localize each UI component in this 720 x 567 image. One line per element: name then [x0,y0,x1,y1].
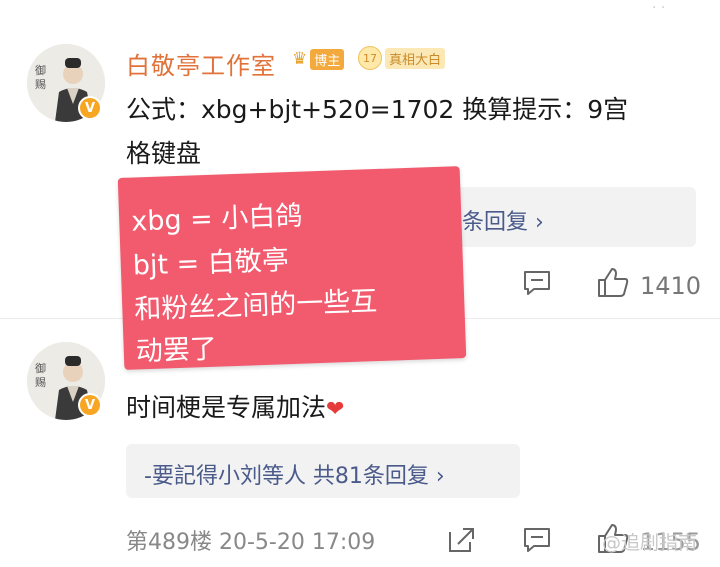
svg-text:赐: 赐 [35,376,46,389]
level-title: 真相大白 [385,47,446,69]
verified-badge: V [78,96,102,120]
reply-summary-link[interactable]: 条回复 › [462,204,544,236]
floor-and-time: 第489楼 20-5-20 17:09 [126,530,376,555]
share-icon[interactable] [446,526,476,558]
svg-text:赐: 赐 [35,78,46,91]
username[interactable]: 白敬亭工作室 [126,46,276,81]
watermark: @追剧指南 [602,532,698,554]
crown-icon: ♛ [292,49,308,69]
verified-badge: V [78,393,102,417]
comment-content: 时间梗是专属加法❤ [126,393,345,422]
blogger-badge[interactable]: ♛ 博主 [290,47,350,71]
top-edge-fragment: · · [652,0,666,16]
reply-summary-link[interactable]: -要記得小刘等人 共81条回复 › [144,458,445,490]
comment-icon[interactable] [522,269,552,301]
heart-icon: ❤ [326,397,345,422]
fan-level-badge[interactable]: 17 真相大白 [358,46,446,70]
annotation-note: xbg = 小白鸽 bjt = 白敬亭 和粉丝之间的一些互 动罢了 [117,166,467,370]
comment-content: 公式：xbg+bjt+520=1702 换算提示：9宫 格键盘 [126,95,629,168]
like-count: 1410 [640,272,702,300]
comment-icon[interactable] [522,526,552,558]
svg-text:御: 御 [35,361,46,375]
thumbs-up-icon[interactable] [596,266,630,302]
level-number: 17 [358,46,382,70]
svg-text:御: 御 [35,63,46,77]
reply-summary-box[interactable]: -要記得小刘等人 共81条回复 › [126,444,520,498]
